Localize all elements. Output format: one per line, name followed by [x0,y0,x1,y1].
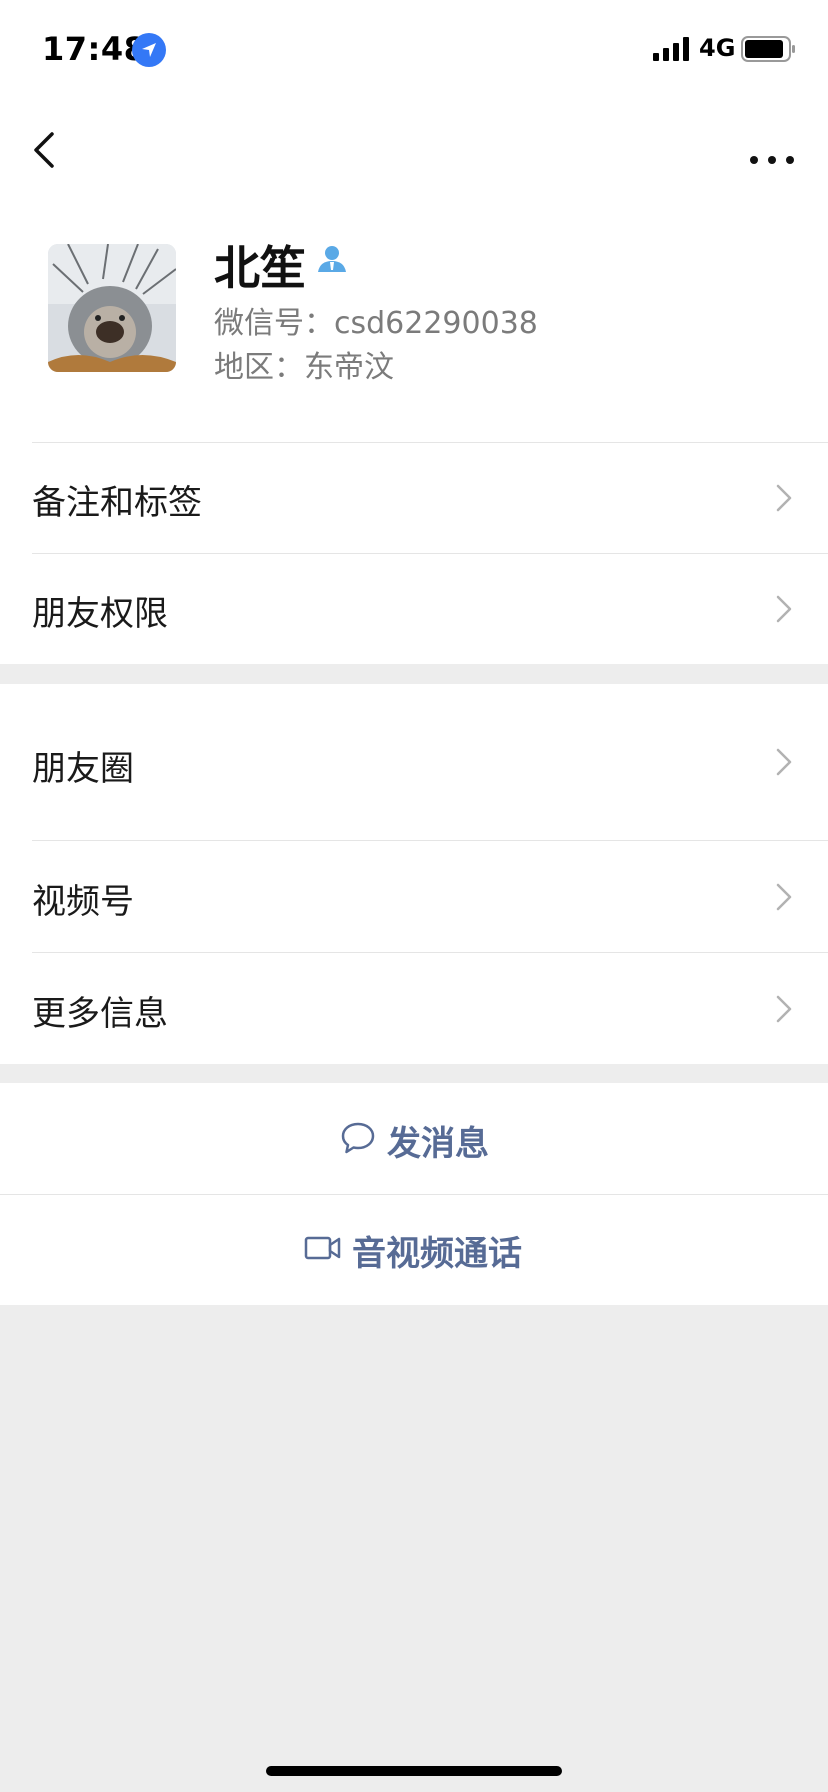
back-button[interactable] [22,118,72,182]
chevron-right-icon [776,595,792,623]
chevron-left-icon [34,132,54,168]
more-options-button[interactable] [745,120,803,176]
more-info-row[interactable]: 更多信息 [0,952,828,1064]
battery-icon [741,36,795,62]
row-label: 更多信息 [32,994,168,1034]
video-camera-icon [304,1236,341,1260]
channels-row[interactable]: 视频号 [0,840,828,952]
chevron-right-icon [776,995,792,1023]
action-group: 发消息 音视频通话 [0,1083,828,1305]
moments-row[interactable]: 朋友圈 [0,684,828,840]
ellipsis-icon [750,156,794,164]
chat-bubble-icon [341,1122,375,1154]
contact-profile-screen: 17:48 4G 北笙 微信号：csd62290038 地区：东帝汶 备注和标签… [0,0,828,1792]
profile-header: 北笙 微信号：csd62290038 地区：东帝汶 [0,200,828,442]
settings-group: 备注和标签 朋友权限 [0,442,828,664]
row-label: 备注和标签 [32,483,202,523]
video-call-label: 音视频通话 [352,1234,522,1274]
chevron-right-icon [776,484,792,512]
avatar[interactable] [48,244,176,372]
wechat-id: 微信号：csd62290038 [214,306,538,341]
home-indicator[interactable] [266,1766,562,1776]
contact-person-icon [318,246,346,272]
row-label: 朋友圈 [32,749,134,789]
row-label: 视频号 [32,882,134,922]
video-call-button[interactable]: 音视频通话 [0,1194,828,1305]
info-group: 朋友圈 视频号 更多信息 [0,684,828,1064]
send-message-label: 发消息 [387,1124,489,1164]
network-type-label: 4G [699,34,736,62]
chevron-right-icon [776,883,792,911]
chevron-right-icon [776,748,792,776]
row-label: 朋友权限 [32,594,168,634]
friend-permissions-row[interactable]: 朋友权限 [0,553,828,664]
profile-name: 北笙 [214,241,306,295]
region: 地区：东帝汶 [214,350,394,385]
send-message-button[interactable]: 发消息 [0,1083,828,1194]
signal-bars-icon [653,37,689,61]
status-bar: 17:48 4G [0,0,828,100]
remarks-and-tags-row[interactable]: 备注和标签 [0,442,828,553]
location-arrow-icon [132,33,166,67]
status-time: 17:48 [42,30,147,68]
